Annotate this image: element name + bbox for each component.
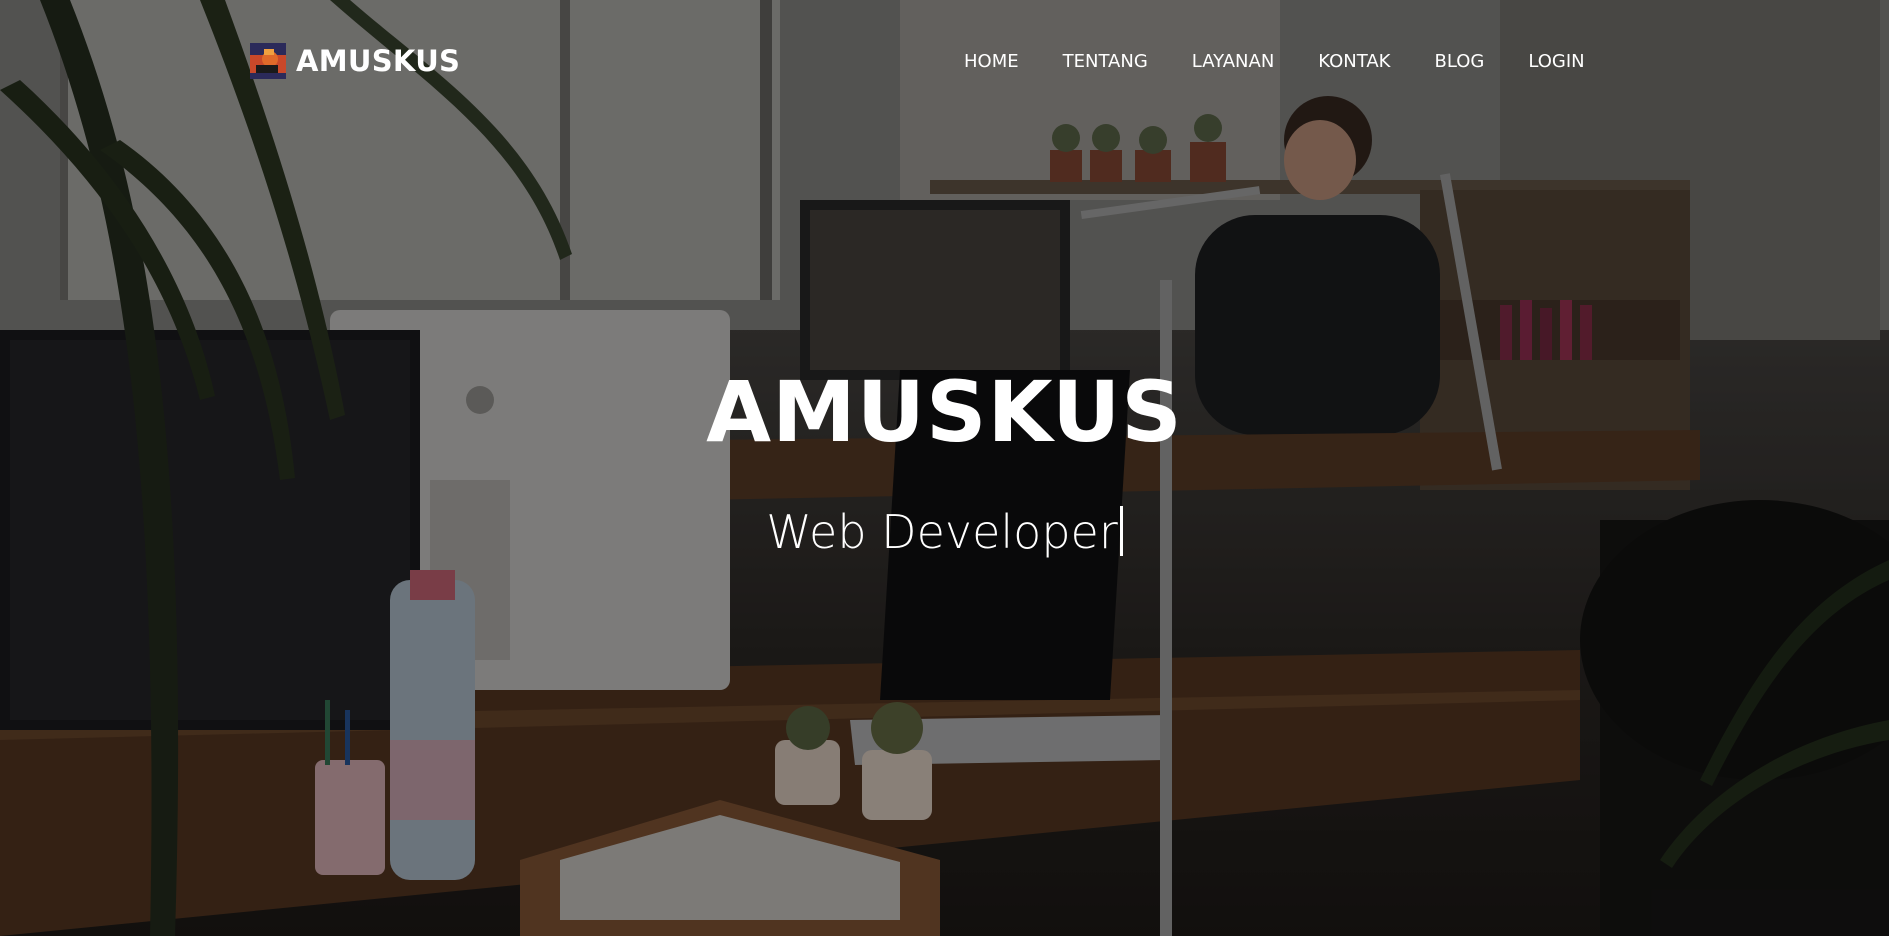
- hero-section: AMUSKUS HOME TENTANG LAYANAN KONTAK BLOG…: [0, 0, 1889, 936]
- nav-link-kontak[interactable]: KONTAK: [1296, 46, 1412, 78]
- nav-item: LOGIN: [1506, 46, 1606, 78]
- typing-cursor: [1119, 506, 1123, 556]
- brand-logo-icon: [250, 43, 286, 79]
- nav-link-tentang[interactable]: TENTANG: [1041, 46, 1170, 78]
- nav-link-home[interactable]: HOME: [942, 46, 1041, 78]
- nav-item: BLOG: [1412, 46, 1506, 78]
- nav-item: LAYANAN: [1170, 46, 1297, 78]
- hero-subtitle: Web Developer: [766, 505, 1118, 559]
- nav-link-layanan[interactable]: LAYANAN: [1170, 46, 1297, 78]
- nav-menu: HOME TENTANG LAYANAN KONTAK BLOG LOGIN: [942, 46, 1607, 78]
- nav-item: TENTANG: [1041, 46, 1170, 78]
- brand-link[interactable]: AMUSKUS: [250, 42, 460, 80]
- nav-link-blog[interactable]: BLOG: [1412, 46, 1506, 78]
- navbar: AMUSKUS HOME TENTANG LAYANAN KONTAK BLOG…: [0, 0, 1889, 124]
- nav-item: HOME: [942, 46, 1041, 78]
- nav-item: KONTAK: [1296, 46, 1412, 78]
- hero-subtitle-wrap: Web Developer: [0, 500, 1889, 564]
- nav-link-login[interactable]: LOGIN: [1506, 46, 1606, 78]
- brand-name: AMUSKUS: [296, 44, 461, 78]
- hero-title: AMUSKUS: [706, 363, 1183, 461]
- hero-dark-overlay: [0, 0, 1889, 936]
